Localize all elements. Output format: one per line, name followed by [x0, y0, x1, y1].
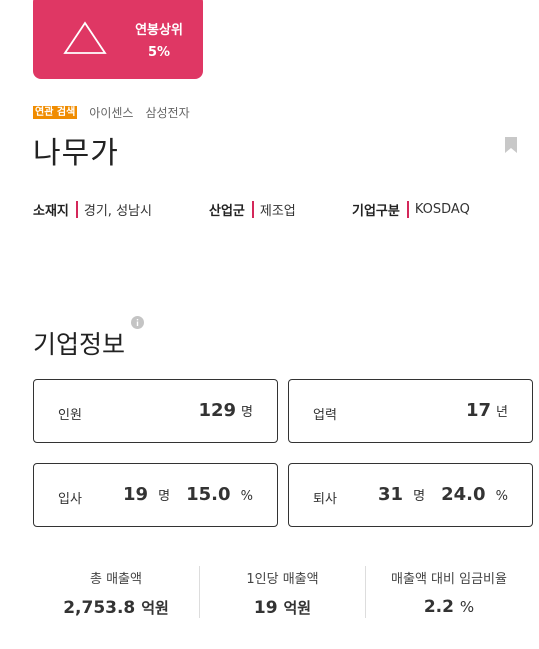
stat-title: 1인당 매출액 [246, 572, 319, 587]
meta-key: 기업구분 [352, 204, 400, 219]
years-card: 업력 17 년 [288, 379, 533, 443]
hires-rate-unit: % [240, 489, 253, 504]
hires-count: 19 [123, 484, 149, 505]
leaves-count-unit: 명 [413, 489, 426, 504]
section-title: 기업정보 [33, 330, 126, 359]
stat-title: 매출액 대비 임금비율 [391, 572, 507, 587]
stat-value-row: 19 억원 [200, 597, 365, 618]
employees-value: 129 [198, 400, 237, 421]
meta-value: KOSDAQ [414, 202, 470, 217]
leaves-rate-unit: % [495, 489, 508, 504]
meta-divider [251, 201, 254, 218]
meta-location: 소재지 경기, 성남시 [33, 200, 152, 219]
hires-count-unit: 명 [158, 489, 171, 504]
stat-value: 2,753.8 [63, 598, 136, 618]
salary-rank-card: 연봉상위 5% [33, 0, 203, 79]
related-keyword-link[interactable]: 삼성전자 [145, 104, 189, 121]
salary-rank-label: 연봉상위 [135, 23, 183, 38]
years-unit: 년 [496, 405, 508, 420]
leaves-card: 퇴사 31 명 24.0 % [288, 463, 533, 527]
meta-value: 제조업 [259, 204, 296, 219]
info-icon[interactable] [131, 316, 144, 329]
stat-unit: 억원 [141, 599, 169, 617]
meta-divider [75, 201, 78, 218]
employees-unit: 명 [241, 405, 253, 420]
hires-rate: 15.0 [186, 484, 231, 505]
card-label: 입사 [58, 492, 82, 507]
salary-rank-text: 연봉상위 5% [119, 20, 199, 64]
meta-industry: 산업군 제조업 [209, 200, 296, 219]
leaves-rate: 24.0 [441, 484, 486, 505]
bookmark-icon[interactable] [505, 137, 517, 153]
stat-unit: 억원 [283, 599, 312, 617]
meta-company-type: 기업구분 KOSDAQ [352, 200, 470, 219]
leaves-count: 31 [378, 484, 404, 505]
salary-rank-value: 5% [147, 45, 171, 60]
years-value: 17 [465, 400, 492, 421]
card-label: 업력 [313, 408, 337, 423]
company-name: 나무가 [33, 136, 119, 171]
employees-card: 인원 129 명 [33, 379, 278, 443]
total-revenue-stat: 총 매출액 2,753.8 억원 [33, 568, 199, 618]
hires-card: 입사 19 명 15.0 % [33, 463, 278, 527]
stat-value-row: 2.2 % [366, 597, 532, 617]
related-keyword-link[interactable]: 아이센스 [89, 104, 133, 121]
mountain-triangle-icon [63, 21, 107, 54]
stat-title: 총 매출액 [90, 572, 142, 587]
meta-key: 산업군 [209, 204, 245, 219]
meta-value: 경기, 성남시 [83, 204, 152, 219]
revenue-per-employee-stat: 1인당 매출액 19 억원 [200, 568, 365, 618]
stat-unit: % [459, 598, 475, 616]
card-label: 퇴사 [313, 492, 337, 507]
stat-value: 19 [253, 598, 278, 618]
wage-ratio-stat: 매출액 대비 임금비율 2.2 % [366, 568, 532, 617]
meta-key: 소재지 [33, 204, 69, 219]
stat-value: 2.2 [423, 597, 454, 617]
related-search-tag: 연관 검색 [33, 106, 78, 119]
meta-divider [406, 201, 409, 218]
card-label: 인원 [58, 408, 82, 423]
related-search: 연관 검색 아이센스 삼성전자 [33, 104, 194, 121]
stat-value-row: 2,753.8 억원 [33, 597, 199, 618]
